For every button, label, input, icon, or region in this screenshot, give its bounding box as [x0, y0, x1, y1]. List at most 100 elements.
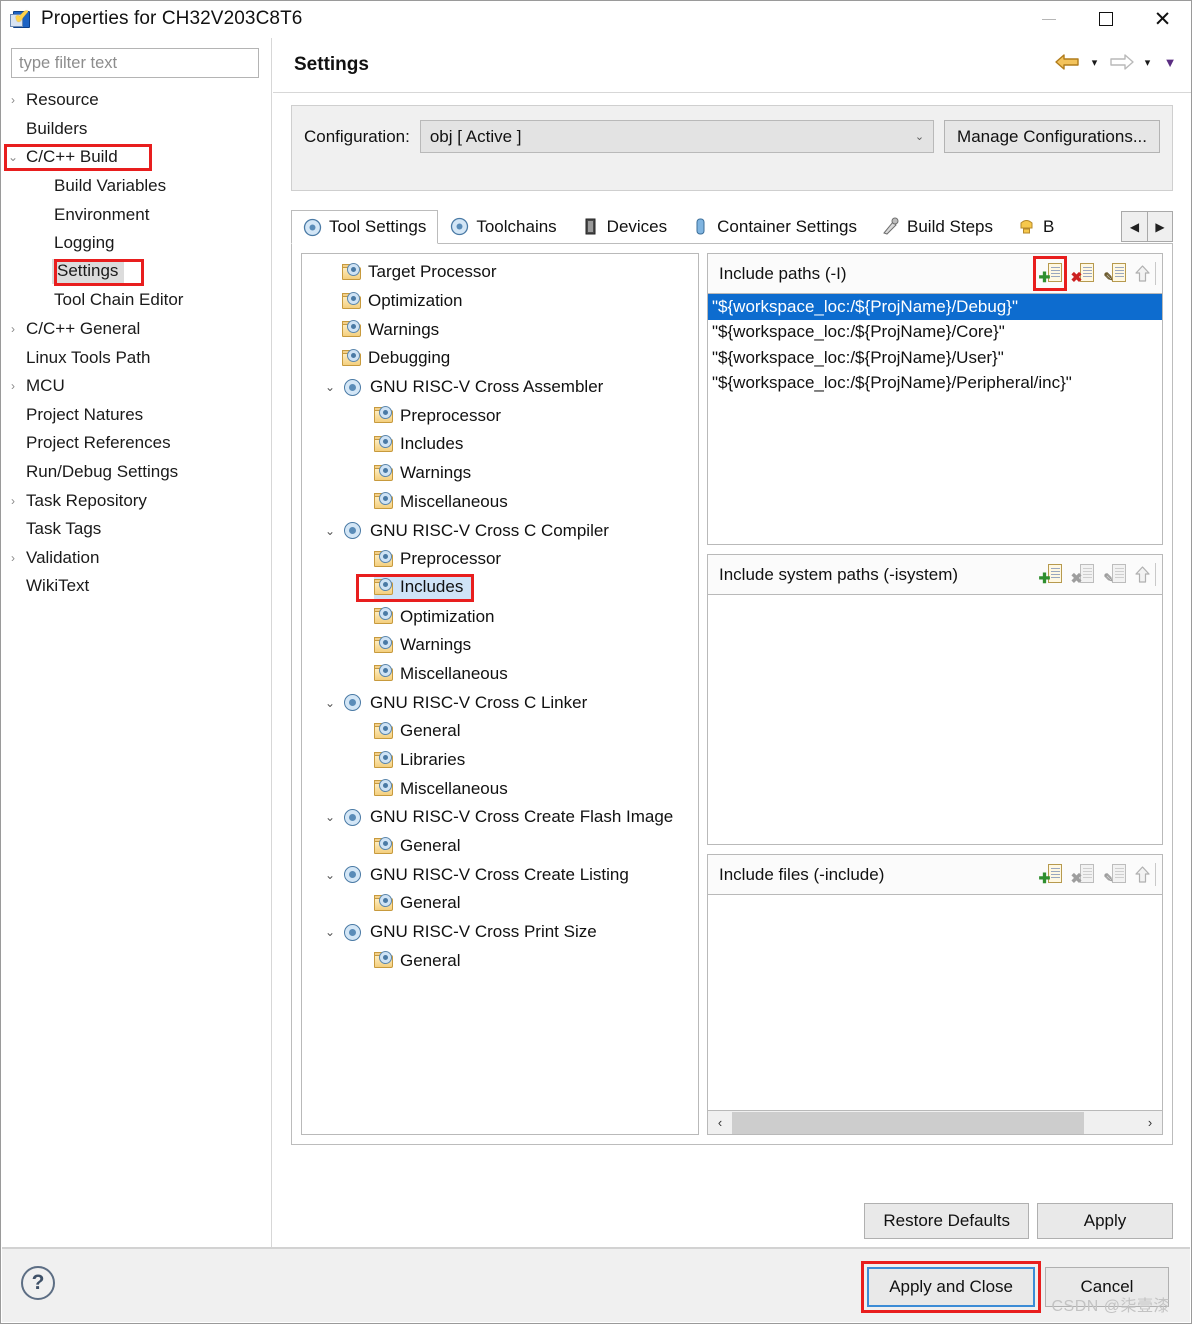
sidebar-item-task-tags[interactable]: ·Task Tags: [2, 515, 271, 544]
sidebar-item-validation[interactable]: › Validation: [2, 544, 271, 573]
tab-b[interactable]: B: [1005, 209, 1066, 243]
tab-scroll-left-button[interactable]: ◀: [1122, 212, 1147, 241]
sidebar-item-settings[interactable]: ·Settings: [2, 258, 271, 287]
sidebar-item-c-c-general[interactable]: › C/C++ General: [2, 315, 271, 344]
delete-include-file-icon-wrapper: ✖: [1070, 863, 1094, 886]
restore-defaults-button[interactable]: Restore Defaults: [864, 1203, 1029, 1239]
sidebar-item-mcu[interactable]: › MCU: [2, 372, 271, 401]
tab-devices[interactable]: Devices: [569, 209, 679, 243]
tool-tree-item-warnings[interactable]: · Warnings: [302, 631, 698, 660]
chevron-down-icon[interactable]: ⌄: [2, 151, 24, 163]
chevron-down-icon[interactable]: ⌄: [318, 810, 342, 824]
view-menu-caret[interactable]: ▼: [1159, 51, 1181, 73]
scrollbar-thumb[interactable]: [732, 1111, 1084, 1134]
tool-tree-item-gnu-risc-v-cross-create-flash-image[interactable]: ⌄ GNU RISC-V Cross Create Flash Image: [302, 803, 698, 832]
list-item[interactable]: "${workspace_loc:/${ProjName}/Debug}": [708, 294, 1162, 320]
tool-tree-item-debugging[interactable]: · Debugging: [302, 344, 698, 373]
sidebar-item-linux-tools-path[interactable]: ·Linux Tools Path: [2, 343, 271, 372]
tool-tree-item-target-processor[interactable]: · Target Processor: [302, 258, 698, 287]
tool-tree-item-gnu-risc-v-cross-c-linker[interactable]: ⌄ GNU RISC-V Cross C Linker: [302, 688, 698, 717]
scroll-left-button[interactable]: ‹: [708, 1112, 732, 1134]
close-button[interactable]: ✕: [1134, 1, 1191, 37]
tool-tree-item-general[interactable]: · General: [302, 947, 698, 976]
sidebar-item-tool-chain-editor[interactable]: ·Tool Chain Editor: [2, 286, 271, 315]
tab-toolchains[interactable]: Toolchains: [438, 209, 568, 243]
tool-tree-item-gnu-risc-v-cross-c-compiler[interactable]: ⌄ GNU RISC-V Cross C Compiler: [302, 516, 698, 545]
sidebar-item-task-repository[interactable]: › Task Repository: [2, 486, 271, 515]
chevron-right-icon[interactable]: ›: [2, 495, 24, 507]
tool-tree-item-preprocessor[interactable]: · Preprocessor: [302, 545, 698, 574]
chevron-down-icon[interactable]: ⌄: [318, 524, 342, 538]
tool-tree-item-general[interactable]: · General: [302, 889, 698, 918]
sidebar-item-run-debug-settings[interactable]: ·Run/Debug Settings: [2, 458, 271, 487]
tab-scroll-right-button[interactable]: ▶: [1147, 212, 1172, 241]
sidebar-item-build-variables[interactable]: ·Build Variables: [2, 172, 271, 201]
tool-tree-item-libraries[interactable]: · Libraries: [302, 746, 698, 775]
tool-tree-item-optimization[interactable]: · Optimization: [302, 602, 698, 631]
sidebar-item-resource[interactable]: › Resource: [2, 86, 271, 115]
sidebar-item-wikitext[interactable]: ·WikiText: [2, 572, 271, 601]
horizontal-scrollbar[interactable]: ‹ ›: [707, 1111, 1163, 1135]
list-item[interactable]: "${workspace_loc:/${ProjName}/User}": [708, 345, 1162, 371]
tool-tree-label: Optimization: [400, 606, 495, 626]
sidebar-item-environment[interactable]: ·Environment: [2, 200, 271, 229]
chevron-down-icon[interactable]: ⌄: [318, 696, 342, 710]
back-arrow-icon[interactable]: [1053, 50, 1083, 74]
tool-tree-item-miscellaneous[interactable]: · Miscellaneous: [302, 660, 698, 689]
sidebar-item-project-references[interactable]: ·Project References: [2, 429, 271, 458]
back-dropdown-caret[interactable]: ▾: [1086, 51, 1103, 73]
chevron-down-icon[interactable]: ⌄: [318, 380, 342, 394]
minimize-button[interactable]: [1020, 1, 1077, 37]
scroll-right-button[interactable]: ›: [1138, 1112, 1162, 1134]
delete-include-path-icon[interactable]: ✖: [1070, 262, 1094, 285]
include-paths-list[interactable]: "${workspace_loc:/${ProjName}/Debug}" "${…: [707, 294, 1163, 545]
tool-tree-item-includes[interactable]: · Includes: [302, 573, 698, 603]
tool-tree-hit: Miscellaneous: [374, 664, 508, 684]
chevron-right-icon[interactable]: ›: [2, 380, 24, 392]
manage-configurations-button[interactable]: Manage Configurations...: [944, 120, 1160, 153]
filter-input[interactable]: [11, 48, 259, 78]
tool-tree-item-preprocessor[interactable]: · Preprocessor: [302, 401, 698, 430]
tool-tree-item-optimization[interactable]: · Optimization: [302, 287, 698, 316]
tool-tree-item-miscellaneous[interactable]: · Miscellaneous: [302, 488, 698, 517]
add-include-path-icon[interactable]: ✚: [1038, 262, 1062, 285]
sidebar-item-builders[interactable]: ·Builders: [2, 115, 271, 144]
sidebar-item-logging[interactable]: ·Logging: [2, 229, 271, 258]
tool-tree-item-gnu-risc-v-cross-assembler[interactable]: ⌄ GNU RISC-V Cross Assembler: [302, 373, 698, 402]
tree-spacer: ·: [350, 466, 374, 480]
chevron-right-icon[interactable]: ›: [2, 552, 24, 564]
help-icon[interactable]: ?: [21, 1266, 55, 1300]
tab-label: B: [1043, 216, 1055, 236]
tool-tree-item-general[interactable]: · General: [302, 832, 698, 861]
add-include-file-icon[interactable]: ✚: [1038, 863, 1062, 886]
sidebar-item-c-c-build[interactable]: ⌄ C/C++ Build: [2, 143, 271, 172]
tool-tree-item-includes[interactable]: · Includes: [302, 430, 698, 459]
add-include-system-path-icon[interactable]: ✚: [1038, 563, 1062, 586]
tool-tree-item-gnu-risc-v-cross-print-size[interactable]: ⌄ GNU RISC-V Cross Print Size: [302, 918, 698, 947]
apply-and-close-button[interactable]: Apply and Close: [867, 1267, 1035, 1307]
configuration-row: Configuration: obj [ Active ] ⌄ Manage C…: [292, 106, 1172, 153]
forward-dropdown-caret[interactable]: ▾: [1139, 51, 1156, 73]
edit-include-path-icon[interactable]: ✎: [1102, 262, 1126, 285]
chevron-right-icon[interactable]: ›: [2, 323, 24, 335]
include-files-list[interactable]: [707, 895, 1163, 1111]
scrollbar-track[interactable]: [1084, 1112, 1138, 1134]
sidebar-item-project-natures[interactable]: ·Project Natures: [2, 401, 271, 430]
tab-build-steps[interactable]: Build Steps: [869, 209, 1005, 243]
configuration-select[interactable]: obj [ Active ] ⌄: [419, 120, 935, 153]
list-item[interactable]: "${workspace_loc:/${ProjName}/Core}": [708, 320, 1162, 346]
chevron-right-icon[interactable]: ›: [2, 94, 24, 106]
tool-tree-item-general[interactable]: · General: [302, 717, 698, 746]
tab-tool-settings[interactable]: Tool Settings: [291, 210, 439, 244]
include-system-paths-list[interactable]: [707, 595, 1163, 845]
tool-tree-item-gnu-risc-v-cross-create-listing[interactable]: ⌄ GNU RISC-V Cross Create Listing: [302, 860, 698, 889]
tab-container-settings[interactable]: Container Settings: [679, 209, 869, 243]
list-item[interactable]: "${workspace_loc:/${ProjName}/Peripheral…: [708, 371, 1162, 397]
chevron-down-icon[interactable]: ⌄: [318, 868, 342, 882]
tool-tree-item-warnings[interactable]: · Warnings: [302, 315, 698, 344]
chevron-down-icon[interactable]: ⌄: [318, 925, 342, 939]
maximize-button[interactable]: [1077, 1, 1134, 37]
tool-tree-item-miscellaneous[interactable]: · Miscellaneous: [302, 774, 698, 803]
tool-tree-item-warnings[interactable]: · Warnings: [302, 459, 698, 488]
apply-button[interactable]: Apply: [1037, 1203, 1173, 1239]
